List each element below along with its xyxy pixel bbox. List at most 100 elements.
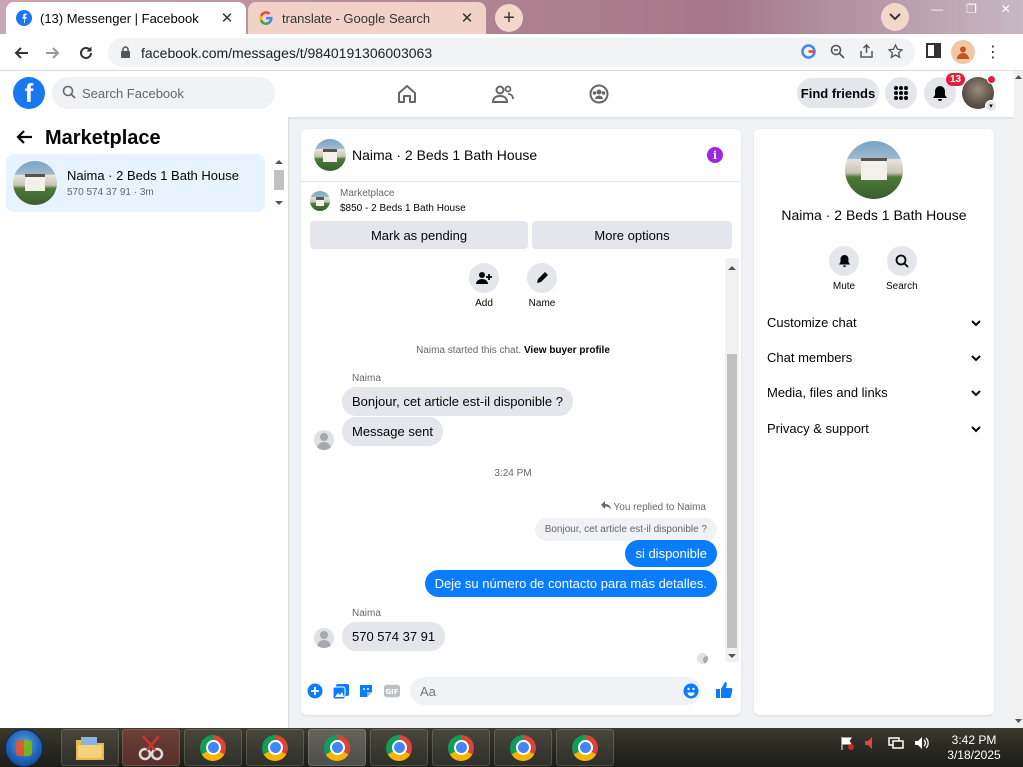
chat-members-row[interactable]: Chat members [767,346,981,368]
volume-muted-red-icon[interactable] [864,736,878,753]
side-panel-icon[interactable] [926,43,941,61]
close-tab-icon[interactable]: ✕ [218,9,236,27]
browser-toolbar: facebook.com/messages/t/9840191306003063… [0,34,1023,71]
photo-icon[interactable] [333,683,349,699]
action-center-flag-icon[interactable] [840,736,854,753]
privacy-support-row[interactable]: Privacy & support [767,417,981,439]
groups-icon[interactable] [587,82,611,106]
minimize-icon[interactable]: — [920,0,954,18]
system-tray [840,736,930,753]
thumbs-up-icon[interactable] [715,681,733,699]
reload-icon[interactable] [73,40,99,66]
chrome-window-5-icon[interactable] [432,729,490,766]
listing-profile-image[interactable] [845,141,903,199]
network-icon[interactable] [888,736,904,753]
chevron-down-icon: ▾ [985,100,997,112]
chrome-window-7-icon[interactable] [556,729,614,766]
sender-name: Naima [352,373,381,384]
gif-icon[interactable]: GIF [384,683,400,699]
emoji-icon[interactable] [683,683,699,699]
incoming-message[interactable]: Bonjour, cet article est-il disponible ? [342,387,574,416]
search-placeholder: Search Facebook [82,85,184,101]
chrome-window-2-icon[interactable] [246,729,304,766]
incoming-message[interactable]: 570 574 37 91 [342,622,446,651]
view-buyer-profile-link[interactable]: View buyer profile [524,345,610,356]
reply-arrow-icon [600,501,611,513]
search-icon [886,246,917,276]
tab-messenger[interactable]: (13) Messenger | Facebook ✕ [6,2,246,34]
chat-scrollbar[interactable] [725,258,739,662]
incoming-message[interactable]: Message sent [342,417,443,446]
info-icon[interactable]: i [707,147,723,163]
zoom-icon[interactable] [830,44,845,62]
tab-search-chevron-icon[interactable] [881,3,909,31]
speaker-icon[interactable] [914,736,930,753]
share-icon[interactable] [859,43,874,62]
conversation-item[interactable]: Naima · 2 Beds 1 Bath House 570 574 37 9… [6,154,265,212]
name-label: Name [528,298,556,309]
search-action[interactable]: Search [886,246,918,292]
page-scrollbar[interactable] [1014,71,1023,728]
facebook-search-input[interactable]: Search Facebook [52,77,275,109]
chrome-window-6-icon[interactable] [494,729,552,766]
section-label: Chat members [767,349,853,365]
message-input[interactable] [410,677,701,705]
quoted-message[interactable]: Bonjour, cet article est-il disponible ? [534,518,717,541]
facebook-favicon-icon [16,10,32,26]
outgoing-message[interactable]: si disponible [625,540,717,567]
chrome-menu-icon[interactable]: ⋮ [985,42,1001,62]
add-action[interactable]: Add [469,263,499,309]
chat-header[interactable]: Naima · 2 Beds 1 Bath House i [301,129,741,182]
address-bar[interactable]: facebook.com/messages/t/9840191306003063 [108,38,915,67]
menu-grid-icon[interactable] [885,77,917,109]
system-clock[interactable]: 3:42 PM 3/18/2025 [938,733,1010,763]
conversation-sidebar: Marketplace Naima · 2 Beds 1 Bath House … [0,117,289,728]
mute-label: Mute [832,281,856,292]
back-arrow-icon[interactable] [8,40,34,66]
friends-icon[interactable] [491,82,515,106]
outgoing-message[interactable]: Deje su número de contacto para más deta… [424,570,717,597]
bookmark-star-icon[interactable] [887,42,904,62]
more-options-button[interactable]: More options [532,221,732,249]
customize-chat-row[interactable]: Customize chat [767,311,981,333]
add-person-icon [469,263,499,293]
forward-arrow-icon[interactable] [40,40,66,66]
find-friends-button[interactable]: Find friends [797,78,879,108]
close-window-icon[interactable]: ✕ [989,0,1023,18]
account-avatar[interactable]: ▾ [962,75,997,112]
home-icon[interactable] [395,82,419,106]
pencil-icon [527,263,557,293]
name-action[interactable]: Name [527,263,557,309]
chat-started-line: Naima started this chat. View buyer prof… [301,345,725,356]
lock-icon[interactable] [120,46,131,59]
file-explorer-icon[interactable] [61,729,119,766]
sidebar-scrollbar[interactable] [272,154,286,211]
chrome-window-3-icon[interactable] [308,729,366,766]
chat-panel: Naima · 2 Beds 1 Bath House i Marketplac… [301,129,741,715]
facebook-logo-icon[interactable]: f [13,77,45,109]
sticker-icon[interactable] [358,683,374,699]
facebook-top-nav: f Search Facebook Find friends 13 ▾ [0,71,1014,117]
start-button[interactable] [5,729,43,767]
tab-google-search[interactable]: translate - Google Search ✕ [248,2,486,34]
media-files-links-row[interactable]: Media, files and links [767,381,981,403]
marketplace-title: Marketplace [45,127,161,149]
scrollbar-thumb[interactable] [727,354,737,648]
profile-avatar-icon[interactable] [951,40,975,64]
listing-info[interactable]: Marketplace $850 - 2 Beds 1 Bath House [310,188,466,214]
restore-icon[interactable]: ❐ [954,0,988,18]
plus-circle-icon[interactable] [307,683,323,699]
back-arrow-icon[interactable] [15,129,33,148]
message-thread: Add Name Naima started this chat. View b… [301,257,741,664]
snipping-tool-icon[interactable] [122,729,180,766]
new-tab-button[interactable]: + [495,4,523,32]
google-lens-icon[interactable] [801,43,816,62]
mark-as-pending-button[interactable]: Mark as pending [310,221,528,249]
chrome-window-1-icon[interactable] [184,729,242,766]
tab-title: (13) Messenger | Facebook [40,10,199,26]
chevron-down-icon [971,385,981,400]
mute-action[interactable]: Mute [829,246,859,292]
reply-indicator: You replied to Naima [600,501,706,513]
close-tab-icon[interactable]: ✕ [458,9,476,27]
chrome-window-4-icon[interactable] [370,729,428,766]
